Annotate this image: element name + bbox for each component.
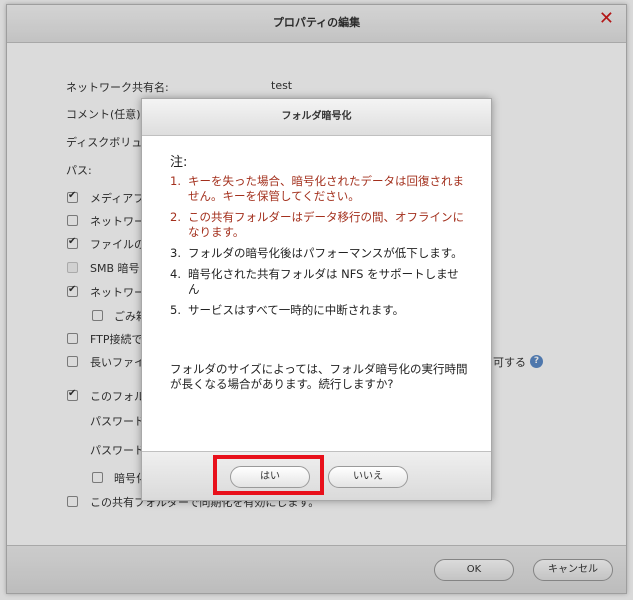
- note-item: 5. サービスはすべて一時的に中断されます。: [170, 303, 470, 318]
- inner-dialog-title: フォルダ暗号化: [281, 111, 352, 122]
- note-number: 3.: [170, 246, 181, 260]
- notes-list: 1. キーを失った場合、暗号化されたデータは回復されません。キーを保管してくださ…: [170, 174, 470, 324]
- note-number: 2.: [170, 210, 181, 224]
- note-item: 1. キーを失った場合、暗号化されたデータは回復されません。キーを保管してくださ…: [170, 174, 470, 204]
- confirm-message: フォルダのサイズによっては、フォルダ暗号化の実行時間が長くなる場合があります。続…: [170, 362, 468, 391]
- folder-encryption-dialog: フォルダ暗号化 注: 1. キーを失った場合、暗号化されたデータは回復されません…: [141, 98, 492, 501]
- inner-dialog-body: 注: 1. キーを失った場合、暗号化されたデータは回復されません。キーを保管して…: [142, 137, 491, 452]
- note-text: キーを失った場合、暗号化されたデータは回復されません。キーを保管してください。: [188, 174, 464, 203]
- note-item: 4. 暗号化された共有フォルダは NFS をサポートしません: [170, 267, 470, 297]
- note-text: サービスはすべて一時的に中断されます。: [188, 303, 405, 317]
- note-number: 4.: [170, 267, 181, 281]
- note-heading: 注:: [170, 155, 188, 170]
- note-number: 5.: [170, 303, 181, 317]
- note-item: 2. この共有フォルダーはデータ移行の間、オフラインになります。: [170, 210, 470, 240]
- yes-button[interactable]: はい: [230, 466, 310, 488]
- note-number: 1.: [170, 174, 181, 188]
- inner-footer: はい いいえ: [142, 451, 491, 500]
- note-text: この共有フォルダーはデータ移行の間、オフラインになります。: [188, 210, 464, 239]
- inner-title-bar: フォルダ暗号化: [142, 99, 491, 136]
- note-text: フォルダの暗号化後はパフォーマンスが低下します。: [188, 246, 463, 260]
- note-item: 3. フォルダの暗号化後はパフォーマンスが低下します。: [170, 246, 470, 261]
- note-text: 暗号化された共有フォルダは NFS をサポートしません: [188, 267, 459, 296]
- no-button[interactable]: いいえ: [328, 466, 408, 488]
